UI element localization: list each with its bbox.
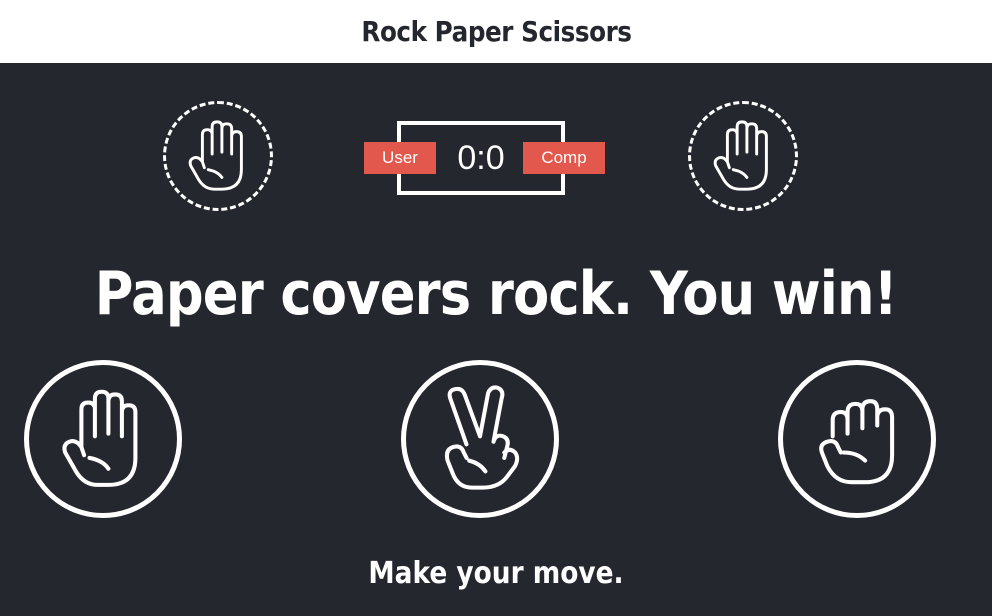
paper-hand-icon	[713, 120, 768, 191]
result-text: Paper covers rock. You win!	[94, 259, 898, 329]
comp-choice-display	[688, 101, 798, 211]
app-header: Rock Paper Scissors	[0, 0, 992, 63]
prompt-text: Make your move.	[368, 556, 624, 591]
user-score-label: User	[364, 142, 436, 174]
scissors-hand-icon	[444, 385, 520, 490]
paper-hand-icon	[188, 120, 243, 191]
rock-choice-button[interactable]	[778, 360, 936, 518]
score-display: 0:0	[457, 138, 505, 177]
scissors-choice-button[interactable]	[401, 360, 559, 518]
comp-score-label: Comp	[523, 142, 605, 174]
paper-choice-button[interactable]	[24, 360, 182, 518]
result-message: Paper covers rock. You win!	[0, 259, 992, 329]
user-choice-display	[163, 101, 273, 211]
game-board: 0:0 User Comp Paper covers rock. You win…	[0, 63, 992, 616]
move-prompt: Make your move.	[0, 556, 992, 591]
paper-hand-icon	[62, 389, 138, 487]
app-title: Rock Paper Scissors	[360, 15, 632, 48]
rock-hand-icon	[819, 399, 895, 485]
